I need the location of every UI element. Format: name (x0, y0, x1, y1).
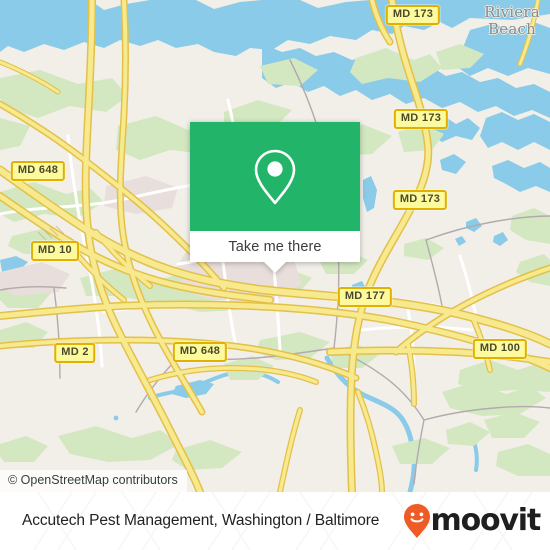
footer-bar: Accutech Pest Management, Washington / B… (0, 492, 550, 550)
road-shield-md-10[interactable]: MD 10 (31, 241, 79, 261)
road-shield-md-648-north[interactable]: MD 648 (10, 161, 66, 181)
callout-image-panel (190, 122, 360, 231)
moovit-smiley-pin-icon (403, 504, 430, 538)
place-label-riviera-beach: Riviera Beach (484, 3, 540, 38)
callout-action-bar[interactable]: Take me there (190, 231, 360, 262)
map-canvas[interactable]: Riviera Beach MD 173 MD 173 MD 173 MD 64… (0, 0, 550, 492)
road-shield-md-173-north[interactable]: MD 173 (385, 5, 441, 25)
moovit-wordmark: moovit (430, 503, 542, 538)
location-callout[interactable]: Take me there (190, 122, 360, 273)
map-pin-icon (254, 149, 296, 204)
moovit-brand[interactable]: moovit (402, 503, 542, 539)
take-me-there-label: Take me there (228, 238, 322, 255)
road-shield-md-173-south[interactable]: MD 173 (392, 190, 448, 210)
road-shield-md-173-mid[interactable]: MD 173 (393, 109, 449, 129)
callout-tail (264, 262, 286, 273)
road-shield-md-2[interactable]: MD 2 (54, 343, 96, 363)
osm-attribution[interactable]: © OpenStreetMap contributors (0, 470, 187, 492)
road-shield-md-648-south[interactable]: MD 648 (172, 342, 228, 362)
page-title: Accutech Pest Management, Washington / B… (22, 512, 380, 529)
road-shield-md-177[interactable]: MD 177 (337, 287, 393, 307)
road-shield-md-100[interactable]: MD 100 (472, 339, 528, 359)
map-screenshot: Riviera Beach MD 173 MD 173 MD 173 MD 64… (0, 0, 550, 550)
